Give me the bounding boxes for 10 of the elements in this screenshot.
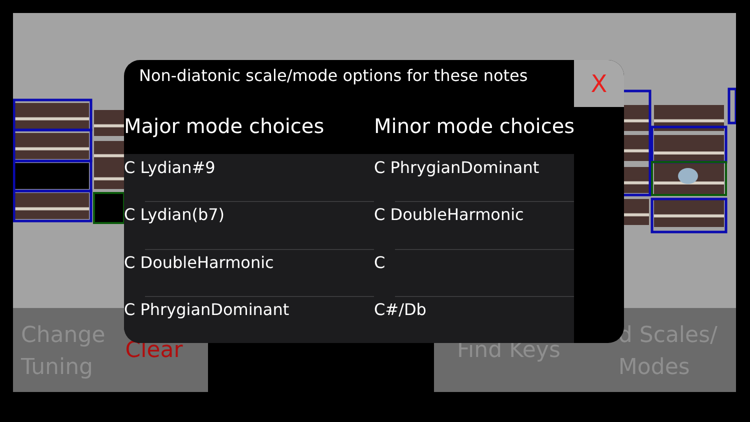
mode-choice-row[interactable]: C Lydian#9 <box>124 154 374 202</box>
mode-choice-row[interactable]: C#/Db <box>374 296 574 343</box>
mode-choice-row[interactable]: C Lydian(b7) <box>124 201 374 248</box>
column-heading: Major mode choices <box>124 113 326 140</box>
column-heading: Minor mode choices <box>374 113 574 140</box>
mode-choice-row[interactable]: C DoubleHarmonic <box>124 248 374 296</box>
mode-choice-row[interactable]: C DoubleHarmonic <box>374 201 574 248</box>
mode-choice-row[interactable]: C PhrygianDominant <box>374 154 574 202</box>
dialog-title: Non-diatonic scale/mode options for these notes <box>138 65 529 87</box>
mode-choice-row[interactable]: C <box>374 248 574 296</box>
